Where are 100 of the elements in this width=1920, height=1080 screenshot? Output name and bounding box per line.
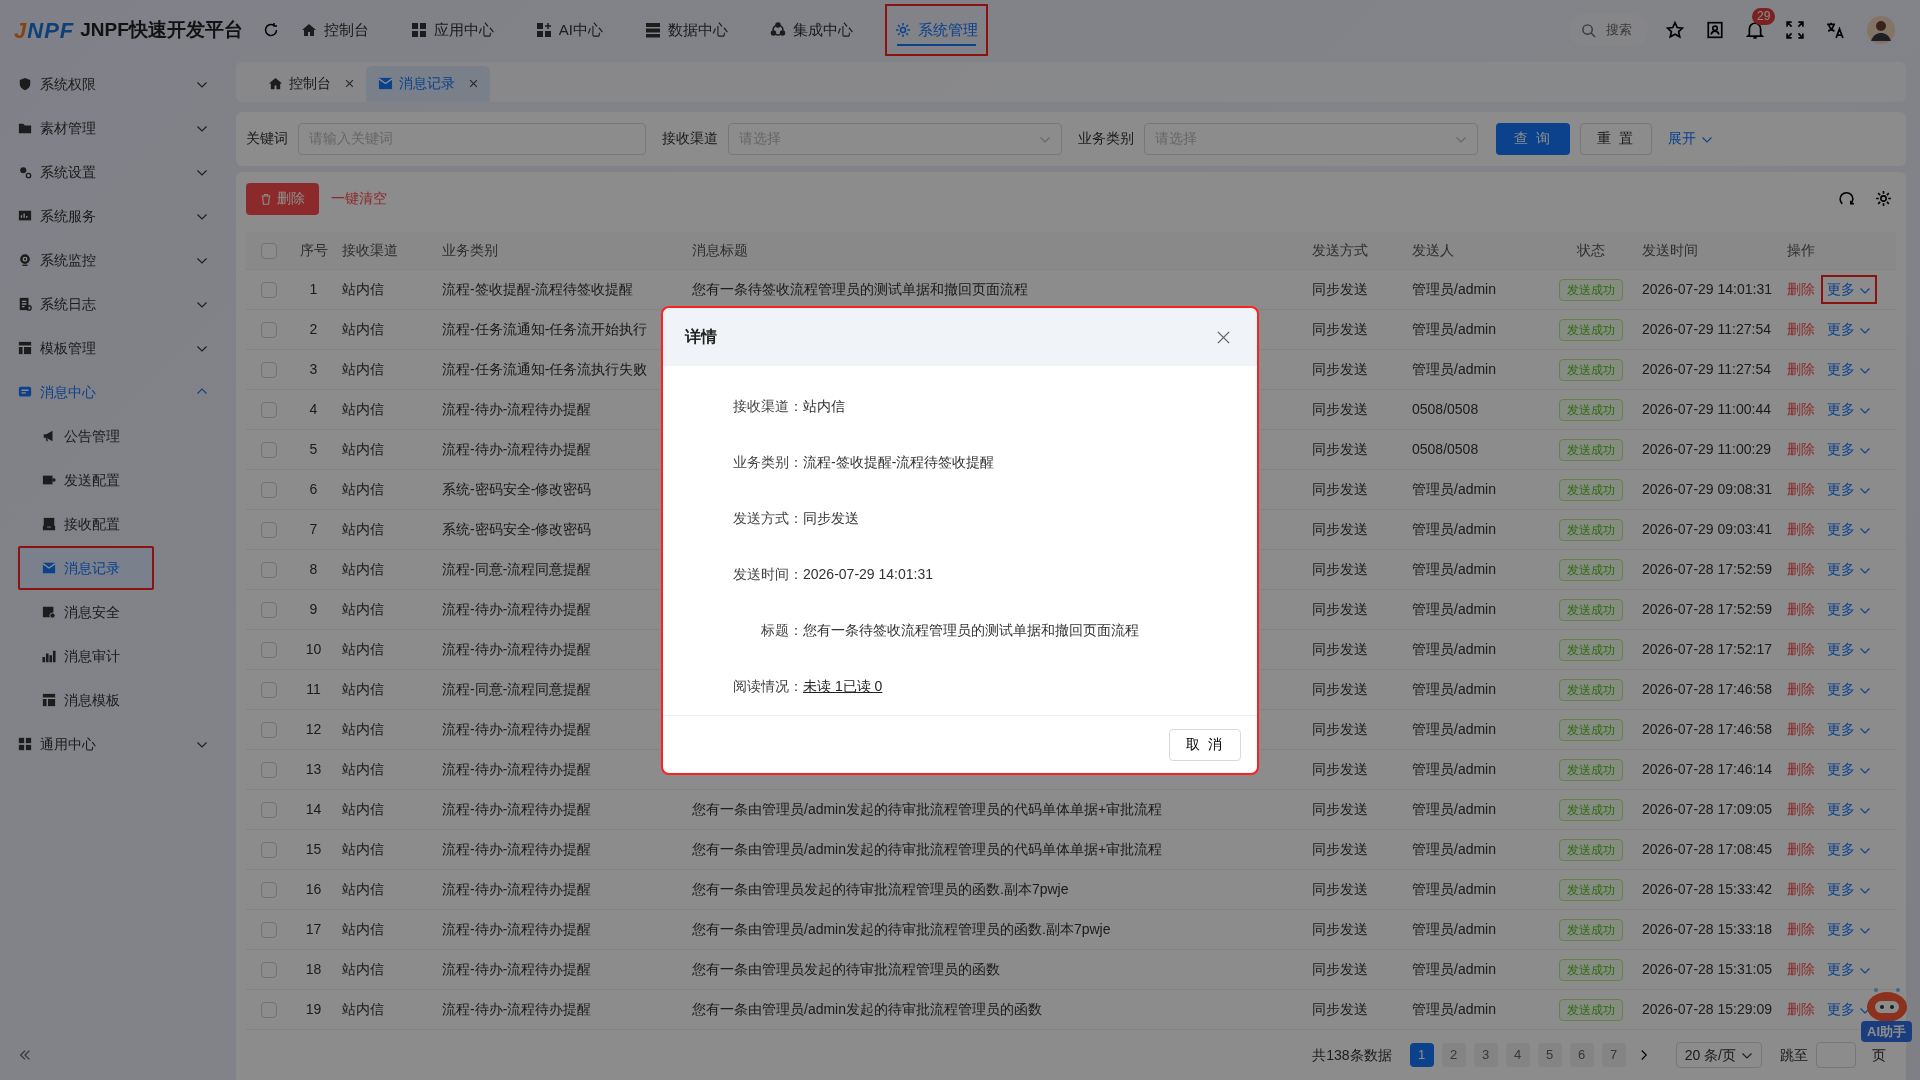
reset-button[interactable]: 重 置 [1579, 122, 1652, 155]
more-link[interactable]: 更多 [1821, 595, 1877, 624]
more-link[interactable]: 更多 [1821, 835, 1877, 864]
table-cell: 4 [309, 401, 318, 417]
page-button[interactable]: 6 [1569, 1043, 1594, 1067]
delete-link[interactable]: 删除 [1787, 519, 1815, 540]
delete-link[interactable]: 删除 [1787, 719, 1815, 740]
more-link[interactable]: 更多 [1821, 435, 1877, 464]
delete-link[interactable]: 删除 [1787, 759, 1815, 780]
table-cell: 0508/0508 [1412, 401, 1479, 417]
sidebar-subitem[interactable]: 消息记录 [18, 546, 154, 590]
status-tag: 发送成功 [1559, 358, 1623, 381]
page-button[interactable]: 2 [1441, 1043, 1466, 1067]
sidebar-subitem[interactable]: 消息模板 [18, 678, 154, 722]
sidebar-subitem[interactable]: 接收配置 [18, 502, 154, 546]
delete-link[interactable]: 删除 [1787, 479, 1815, 500]
delete-link[interactable]: 删除 [1787, 639, 1815, 660]
delete-link[interactable]: 删除 [1787, 799, 1815, 820]
table-cell: 您有一条由管理员/admin发起的待审批流程管理员的函数 [692, 1001, 1043, 1017]
page-tab[interactable]: 消息记录 [366, 65, 490, 102]
page-size-select[interactable]: 20 条/页 [1675, 1042, 1762, 1068]
more-link[interactable]: 更多 [1821, 875, 1877, 904]
nav-tab[interactable]: AI中心 [525, 4, 613, 56]
app-title: JNPF快速开发平台 [80, 17, 243, 42]
sidebar-item[interactable]: 消息中心 [0, 370, 232, 414]
sidebar-item[interactable]: 系统日志 [0, 282, 232, 326]
delete-link[interactable]: 删除 [1787, 679, 1815, 700]
nav-tab[interactable]: 集成中心 [760, 4, 863, 56]
table-cell: 2026-07-28 15:29:09 [1642, 1001, 1772, 1017]
more-link[interactable]: 更多 [1821, 475, 1877, 504]
sidebar-item[interactable]: 素材管理 [0, 106, 232, 150]
status-tag: 发送成功 [1559, 598, 1623, 621]
delete-link[interactable]: 删除 [1787, 439, 1815, 460]
status-tag: 发送成功 [1559, 318, 1623, 341]
nav-tab[interactable]: 应用中心 [400, 4, 504, 56]
field-value: 2026-07-29 14:01:31 [803, 564, 933, 584]
delete-link[interactable]: 删除 [1787, 919, 1815, 940]
page-button[interactable]: 5 [1537, 1043, 1562, 1067]
delete-link[interactable]: 删除 [1787, 879, 1815, 900]
nav-tab[interactable]: 控制台 [290, 4, 379, 56]
sidebar-subitem[interactable]: 公告管理 [18, 414, 154, 458]
page-button[interactable]: 1 [1409, 1043, 1434, 1067]
more-link[interactable]: 更多 [1821, 675, 1877, 704]
more-link[interactable]: 更多 [1821, 715, 1877, 744]
page-label: 页 [1872, 1045, 1886, 1065]
table-cell: 11 [306, 681, 321, 697]
more-link[interactable]: 更多 [1821, 315, 1877, 344]
table-cell: 管理员/admin [1412, 641, 1497, 657]
sidebar-item[interactable]: 模板管理 [0, 326, 232, 370]
page-button[interactable]: 4 [1505, 1043, 1530, 1067]
expand-button[interactable]: 展开 [1661, 127, 1719, 151]
more-link[interactable]: 更多 [1821, 755, 1877, 784]
filter-label: 关键词 [246, 129, 288, 149]
delete-link[interactable]: 删除 [1787, 279, 1815, 300]
page-tab[interactable]: 控制台 [256, 65, 366, 102]
delete-link[interactable]: 删除 [1787, 599, 1815, 620]
ai-assistant-button[interactable]: AI助手 [1861, 1020, 1912, 1042]
delete-link[interactable]: 删除 [1787, 399, 1815, 420]
sidebar-item[interactable]: 系统监控 [0, 238, 232, 282]
more-link[interactable]: 更多 [1821, 395, 1877, 424]
sidebar-item[interactable]: 通用中心 [0, 722, 232, 766]
cancel-button[interactable]: 取 消 [1169, 728, 1241, 761]
sidebar-item[interactable]: 系统服务 [0, 194, 232, 238]
table-cell: 同步发送 [1312, 881, 1368, 897]
table-cell: 流程-同意-流程同意提醒 [442, 681, 592, 697]
nav-tab[interactable]: 系统管理 [885, 4, 988, 56]
delete-button[interactable]: 删除 [246, 182, 319, 215]
sidebar-item[interactable]: 系统权限 [0, 62, 232, 106]
page-button[interactable]: 7 [1601, 1043, 1626, 1067]
page-button[interactable]: 3 [1473, 1043, 1498, 1067]
sidebar-subitem[interactable]: 发送配置 [18, 458, 154, 502]
sidebar-subitem[interactable]: 消息安全 [18, 590, 154, 634]
column-header: 业务类别 [442, 241, 498, 258]
table-cell: 管理员/admin [1412, 361, 1497, 377]
table-cell: 管理员/admin [1412, 681, 1497, 697]
sidebar-item[interactable]: 系统设置 [0, 150, 232, 194]
delete-link[interactable]: 删除 [1787, 319, 1815, 340]
more-link[interactable]: 更多 [1821, 915, 1877, 944]
more-link[interactable]: 更多 [1821, 795, 1877, 824]
more-link[interactable]: 更多 [1821, 955, 1877, 984]
sidebar-subitem[interactable]: 消息审计 [18, 634, 154, 678]
read-status-link[interactable]: 未读 1已读 0 [803, 675, 883, 697]
delete-link[interactable]: 删除 [1787, 999, 1815, 1020]
more-link[interactable]: 更多 [1821, 635, 1877, 664]
table-cell: 管理员/admin [1412, 841, 1497, 857]
clear-all-link[interactable]: 一键清空 [331, 188, 387, 209]
delete-link[interactable]: 删除 [1787, 959, 1815, 980]
delete-link[interactable]: 删除 [1787, 359, 1815, 380]
more-link[interactable]: 更多 [1821, 515, 1877, 544]
delete-link[interactable]: 删除 [1787, 559, 1815, 580]
more-link[interactable]: 更多 [1821, 275, 1877, 304]
column-header: 状态 [1577, 241, 1605, 258]
delete-link[interactable]: 删除 [1787, 839, 1815, 860]
more-link[interactable]: 更多 [1821, 555, 1877, 584]
table-cell: 管理员/admin [1412, 481, 1497, 497]
more-link[interactable]: 更多 [1821, 355, 1877, 384]
search-button[interactable]: 查 询 [1496, 122, 1570, 155]
column-header: 序号 [299, 241, 328, 258]
nav-tab[interactable]: 数据中心 [635, 4, 738, 56]
field-value: 同步发送 [803, 508, 859, 528]
